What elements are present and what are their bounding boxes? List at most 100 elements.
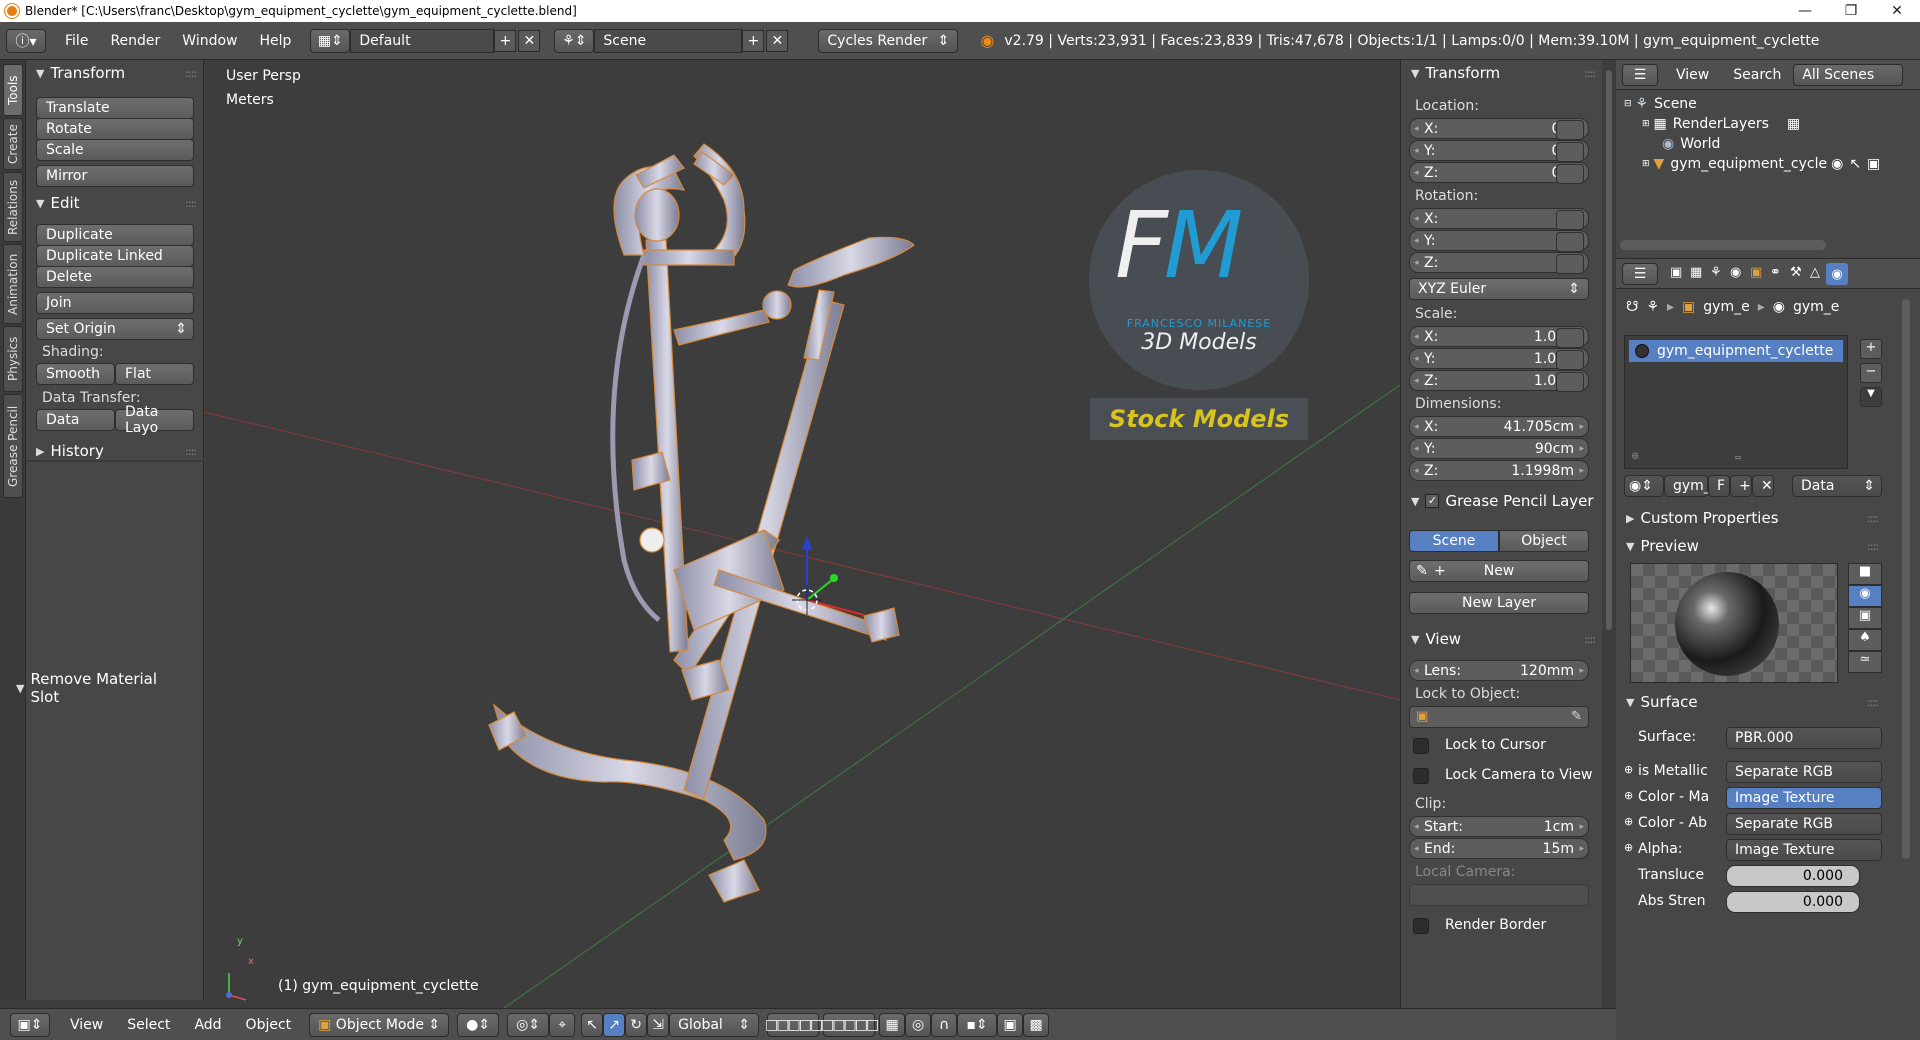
remove-scene-icon[interactable]: ✕: [766, 29, 789, 52]
dimension-x-field[interactable]: X:41.705cm: [1409, 416, 1589, 437]
lock-scale-y-icon[interactable]: [1556, 350, 1584, 370]
remove-layout-icon[interactable]: ✕: [518, 29, 541, 52]
scale-button[interactable]: Scale: [36, 139, 194, 161]
mirror-button[interactable]: Mirror: [36, 165, 194, 187]
smooth-button[interactable]: Smooth: [36, 363, 115, 385]
properties-scrollbar[interactable]: [1902, 299, 1910, 859]
slot-specials-icon[interactable]: ▼: [1860, 387, 1882, 407]
duplicate-linked-button[interactable]: Duplicate Linked: [36, 245, 194, 267]
material-slot-list[interactable]: gym_equipment_cyclette ═ ⊕: [1624, 335, 1848, 469]
join-button[interactable]: Join: [36, 292, 194, 314]
render-border-checkbox[interactable]: [1413, 918, 1429, 934]
grease-new-button[interactable]: ✎ + New: [1409, 560, 1589, 582]
lock-cursor-checkbox[interactable]: [1413, 738, 1429, 754]
lock-rotation-z-icon[interactable]: [1556, 254, 1584, 274]
unlink-material-icon[interactable]: ✕: [1752, 475, 1774, 497]
tab-animation[interactable]: Animation: [3, 244, 23, 324]
menu-add[interactable]: Add: [194, 1017, 221, 1033]
outliner-item-object[interactable]: ⊞ ▼ gym_equipment_cycle ◉ ↖ ▣: [1642, 156, 1920, 172]
drag-grip-icon[interactable]: ::::: [1584, 633, 1596, 646]
tab-scene-icon[interactable]: ⚘: [1710, 265, 1722, 280]
tab-constraints-icon[interactable]: ⚭: [1770, 265, 1781, 280]
eyedropper-icon[interactable]: ✎: [1571, 709, 1582, 724]
outliner-item-scene[interactable]: ⊟ ⚘ Scene: [1624, 96, 1697, 112]
editor-type-3dview-button[interactable]: ▣⇕: [10, 1012, 50, 1037]
edit-panel-header[interactable]: ▼ Edit ::::: [26, 190, 204, 216]
lock-camera-checkbox[interactable]: [1413, 768, 1429, 784]
new-layer-button[interactable]: New Layer: [1409, 592, 1589, 614]
panel-scroll-divider[interactable]: [1602, 60, 1616, 1008]
drag-grip-icon[interactable]: ::::: [185, 67, 197, 80]
opengl-render-icon[interactable]: ▣: [997, 1012, 1024, 1037]
new-material-icon[interactable]: +: [1730, 475, 1752, 497]
resize-grip-icon[interactable]: ═: [1735, 453, 1741, 464]
editor-type-info-button[interactable]: ⓘ▾: [6, 28, 46, 53]
pin-icon[interactable]: ☋: [1626, 299, 1638, 315]
lock-rotation-x-icon[interactable]: [1556, 210, 1584, 230]
outliner-item-world[interactable]: ◉ World: [1662, 136, 1720, 152]
drag-grip-icon[interactable]: ::::: [1867, 540, 1879, 553]
menu-object[interactable]: Object: [246, 1017, 292, 1033]
view-panel-header[interactable]: ▼ View ::::: [1401, 626, 1602, 652]
tab-tools[interactable]: Tools: [3, 64, 23, 116]
layers-grid-b[interactable]: □□□□□: [821, 1012, 879, 1037]
add-scene-icon[interactable]: +: [742, 29, 765, 52]
maximize-icon[interactable]: ❐: [1828, 0, 1874, 22]
tab-layers-icon[interactable]: ▦: [1690, 265, 1702, 280]
tab-relations[interactable]: Relations: [3, 172, 23, 242]
transform-panel-header[interactable]: ▼ Transform ::::: [26, 60, 204, 86]
tab-render-icon[interactable]: ▣: [1670, 265, 1682, 280]
screen-layout-icon[interactable]: ▦⇕: [310, 28, 351, 53]
grease-object-toggle[interactable]: Object: [1499, 530, 1589, 552]
remove-slot-icon[interactable]: −: [1860, 363, 1882, 383]
manipulator-move-icon[interactable]: ↗: [603, 1012, 626, 1037]
manipulator-scale-icon[interactable]: ⇲: [647, 1012, 670, 1037]
data-layout-button[interactable]: Data Layo: [115, 404, 194, 436]
material-browse-icon[interactable]: ◉⇕: [1624, 475, 1664, 497]
drag-grip-icon[interactable]: ::::: [185, 445, 197, 458]
tab-data-icon[interactable]: △: [1810, 265, 1820, 280]
render-camera-icon[interactable]: ▣: [1867, 156, 1880, 172]
surface-header[interactable]: ▼ Surface ::::: [1616, 689, 1886, 715]
tab-create[interactable]: Create: [3, 118, 23, 170]
tab-material-icon[interactable]: ◉: [1826, 263, 1848, 285]
render-layer-link-icon[interactable]: ▦: [1787, 116, 1800, 132]
lock-location-z-icon[interactable]: [1556, 164, 1584, 184]
outliner-item-renderlayers[interactable]: ⊞ ▦ RenderLayers ▦: [1642, 116, 1800, 132]
input-link-icon[interactable]: ⊕: [1624, 841, 1633, 854]
input-color-ma-node[interactable]: Image Texture: [1726, 787, 1882, 809]
drag-grip-icon[interactable]: ::::: [185, 197, 197, 210]
expand-arrow-icon[interactable]: ⊞: [1642, 119, 1650, 129]
select-arrow-icon[interactable]: ↖: [1849, 156, 1861, 172]
lock-scale-z-icon[interactable]: [1556, 372, 1584, 392]
abs-strength-slider[interactable]: 0.000: [1726, 891, 1860, 913]
lock-location-y-icon[interactable]: [1556, 142, 1584, 162]
close-icon[interactable]: ✕: [1874, 0, 1920, 22]
custom-properties-header[interactable]: ▶ Custom Properties ::::: [1616, 505, 1886, 531]
rotation-mode-dropdown[interactable]: XYZ Euler ⇕: [1409, 278, 1589, 300]
clip-end-field[interactable]: End:15m: [1409, 838, 1589, 859]
input-link-icon[interactable]: ⊕: [1624, 815, 1633, 828]
delete-button[interactable]: Delete: [36, 266, 194, 288]
layers-grid-a[interactable]: □□□□□: [765, 1012, 823, 1037]
drag-grip-icon[interactable]: ::::: [1867, 696, 1879, 709]
input-alpha-node[interactable]: Image Texture: [1726, 839, 1882, 861]
pivot-point-dropdown[interactable]: ◎⇕: [507, 1012, 550, 1037]
preview-monkey-icon[interactable]: ♠: [1848, 629, 1882, 651]
tab-object-icon[interactable]: ▣: [1750, 265, 1762, 280]
menu-render[interactable]: Render: [99, 33, 171, 49]
lock-object-field[interactable]: ▣ ✎: [1409, 706, 1589, 728]
collapse-arrow-icon[interactable]: ⊟: [1624, 99, 1632, 109]
manipulator-translate-icon[interactable]: ↖: [581, 1012, 604, 1037]
grease-scene-toggle[interactable]: Scene: [1409, 530, 1499, 552]
menu-window[interactable]: Window: [171, 33, 248, 49]
outliner-view-menu[interactable]: View: [1676, 67, 1709, 83]
mode-dropdown[interactable]: ▣ Object Mode ⇕: [309, 1012, 450, 1037]
transform-orientation-dropdown[interactable]: Global ⇕: [669, 1012, 760, 1037]
outliner-hscrollbar[interactable]: [1620, 240, 1826, 250]
snap-element-dropdown[interactable]: ▪⇕: [957, 1012, 998, 1037]
duplicate-button[interactable]: Duplicate: [36, 224, 194, 246]
minimize-icon[interactable]: —: [1782, 0, 1828, 22]
translucency-slider[interactable]: 0.000: [1726, 865, 1860, 887]
lens-field[interactable]: Lens:120mm: [1409, 660, 1589, 681]
